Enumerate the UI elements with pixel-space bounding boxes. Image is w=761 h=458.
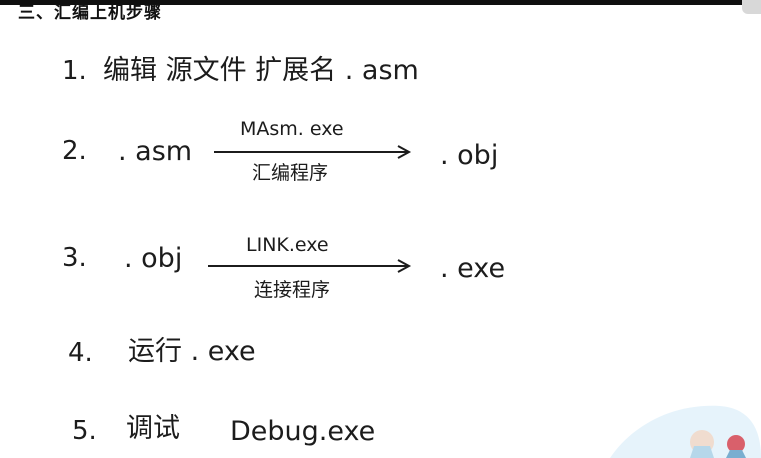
step-3-number: 3. (62, 243, 87, 273)
section-heading: 三、汇编上机步骤 (18, 3, 162, 22)
decorative-illustration (610, 405, 761, 458)
step-3-arrow (208, 259, 412, 273)
step-3-source: . obj (124, 243, 183, 274)
step-5-text: 调试 (126, 413, 180, 444)
step-3-tool-desc: 连接程序 (254, 279, 331, 301)
step-2-source: . asm (118, 136, 193, 167)
step-4-text: 运行 . exe (128, 336, 256, 367)
step-1-number: 1. (62, 56, 87, 86)
step-3-result: . exe (440, 253, 506, 284)
step-4-number: 4. (68, 338, 93, 368)
step-2-arrow (214, 145, 412, 159)
step-3-tool: LINK.exe (246, 234, 329, 256)
step-5-number: 5. (72, 416, 97, 446)
step-2-number: 2. (62, 136, 87, 166)
step-2-tool-desc: 汇编程序 (252, 162, 329, 184)
window-corner (742, 0, 761, 14)
step-1-text: 编辑 源文件 扩展名 . asm (103, 55, 419, 86)
step-5-file: Debug.exe (230, 416, 376, 447)
step-2-tool: MAsm. exe (240, 118, 344, 140)
step-2-result: . obj (440, 140, 499, 171)
